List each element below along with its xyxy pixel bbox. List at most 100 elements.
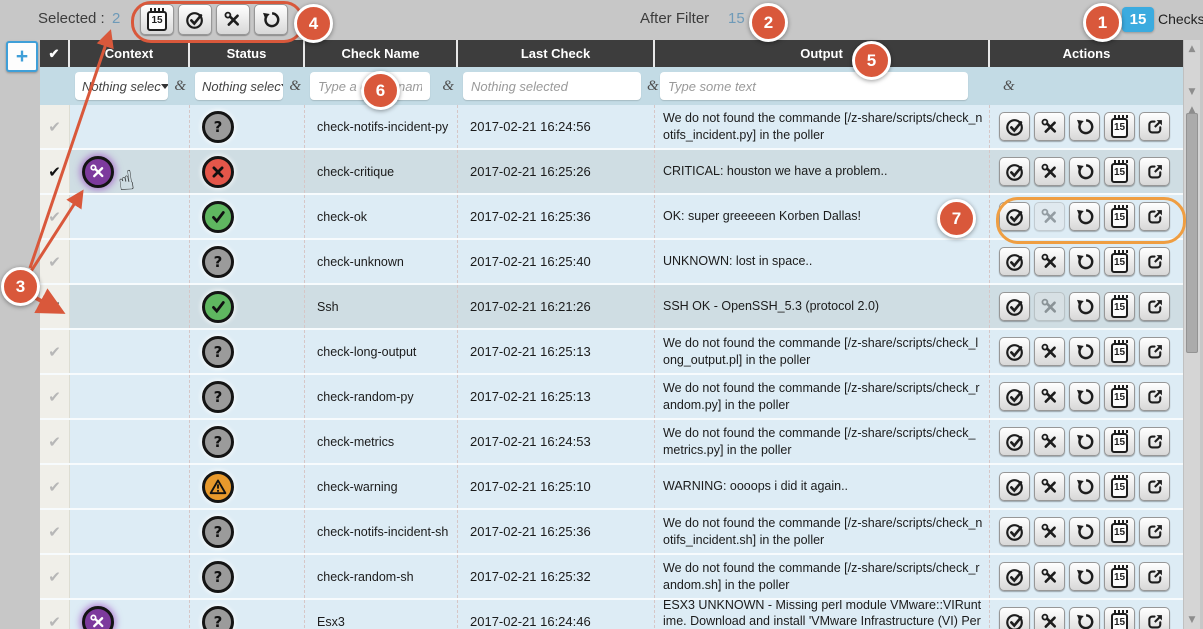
action-downtime-button[interactable]: 15 <box>1104 112 1135 141</box>
action-acknowledge-button[interactable] <box>999 517 1030 546</box>
scrollbar-track[interactable]: ▲ ▼ ▲ ▼ <box>1183 40 1200 629</box>
table-row[interactable]: ✔?check-random-py2017-02-21 16:25:13We d… <box>40 375 1183 420</box>
action-recheck-button[interactable] <box>1069 427 1100 456</box>
action-acknowledge-button[interactable] <box>999 562 1030 591</box>
status-filter-dropdown[interactable]: Nothing selec <box>195 72 283 100</box>
scroll-up-icon[interactable]: ▲ <box>1184 43 1200 55</box>
row-checkbox[interactable]: ✔ <box>40 420 70 463</box>
column-header-select[interactable]: ✔ <box>40 40 70 67</box>
action-fix-button[interactable] <box>1034 427 1065 456</box>
action-fix-button[interactable] <box>1034 517 1065 546</box>
action-recheck-button[interactable] <box>1069 112 1100 141</box>
action-launch-button[interactable] <box>1139 427 1170 456</box>
action-recheck-button[interactable] <box>1069 382 1100 411</box>
action-downtime-button[interactable]: 15 <box>1104 472 1135 501</box>
action-downtime-button[interactable]: 15 <box>1104 427 1135 456</box>
bulk-fix-button[interactable] <box>216 4 250 35</box>
action-downtime-button[interactable]: 15 <box>1104 202 1135 231</box>
table-row[interactable]: ✔check-ok2017-02-21 16:25:36OK: super gr… <box>40 195 1183 240</box>
table-row[interactable]: ✔check-critique2017-02-21 16:25:26CRITIC… <box>40 150 1183 195</box>
context-filter-dropdown[interactable]: Nothing selec <box>75 72 168 100</box>
action-fix-button[interactable] <box>1034 112 1065 141</box>
action-launch-button[interactable] <box>1139 607 1170 629</box>
action-downtime-button[interactable]: 15 <box>1104 337 1135 366</box>
action-recheck-button[interactable] <box>1069 247 1100 276</box>
action-recheck-button[interactable] <box>1069 562 1100 591</box>
row-checkbox[interactable]: ✔ <box>40 105 70 148</box>
action-acknowledge-button[interactable] <box>999 472 1030 501</box>
bulk-recheck-button[interactable] <box>254 4 288 35</box>
table-row[interactable]: ✔?check-notifs-incident-py2017-02-21 16:… <box>40 105 1183 150</box>
table-row[interactable]: ✔Ssh2017-02-21 16:21:26SSH OK - OpenSSH_… <box>40 285 1183 330</box>
action-launch-button[interactable] <box>1139 517 1170 546</box>
table-row[interactable]: ✔?check-unknown2017-02-21 16:25:40UNKNOW… <box>40 240 1183 285</box>
action-acknowledge-button[interactable] <box>999 112 1030 141</box>
action-launch-button[interactable] <box>1139 112 1170 141</box>
action-acknowledge-button[interactable] <box>999 607 1030 629</box>
action-recheck-button[interactable] <box>1069 202 1100 231</box>
row-checkbox[interactable]: ✔ <box>40 465 70 508</box>
row-checkbox[interactable]: ✔ <box>40 600 70 629</box>
column-header-output[interactable]: Output <box>655 40 990 67</box>
action-downtime-button[interactable]: 15 <box>1104 607 1135 629</box>
action-fix-button[interactable] <box>1034 202 1065 231</box>
table-row[interactable]: ✔?check-random-sh2017-02-21 16:25:32We d… <box>40 555 1183 600</box>
action-acknowledge-button[interactable] <box>999 157 1030 186</box>
column-header-context[interactable]: Context <box>70 40 190 67</box>
action-launch-button[interactable] <box>1139 337 1170 366</box>
action-launch-button[interactable] <box>1139 292 1170 321</box>
last-check-filter-input[interactable] <box>463 72 641 100</box>
action-fix-button[interactable] <box>1034 247 1065 276</box>
action-downtime-button[interactable]: 15 <box>1104 247 1135 276</box>
action-fix-button[interactable] <box>1034 562 1065 591</box>
row-checkbox[interactable]: ✔ <box>40 510 70 553</box>
action-acknowledge-button[interactable] <box>999 292 1030 321</box>
action-launch-button[interactable] <box>1139 157 1170 186</box>
scrollbar-thumb[interactable] <box>1186 113 1198 353</box>
bulk-downtime-button[interactable]: 15 <box>140 4 174 35</box>
action-acknowledge-button[interactable] <box>999 202 1030 231</box>
action-downtime-button[interactable]: 15 <box>1104 517 1135 546</box>
row-checkbox[interactable]: ✔ <box>40 375 70 418</box>
action-downtime-button[interactable]: 15 <box>1104 292 1135 321</box>
row-checkbox[interactable]: ✔ <box>40 285 70 328</box>
row-checkbox[interactable]: ✔ <box>40 555 70 598</box>
action-recheck-button[interactable] <box>1069 157 1100 186</box>
table-row[interactable]: ✔?Esx32017-02-21 16:24:46ESX3 UNKNOWN - … <box>40 600 1183 629</box>
column-header-last-check[interactable]: Last Check <box>458 40 655 67</box>
table-row[interactable]: ✔?check-metrics2017-02-21 16:24:53We do … <box>40 420 1183 465</box>
action-fix-button[interactable] <box>1034 157 1065 186</box>
output-filter-input[interactable] <box>660 72 968 100</box>
action-fix-button[interactable] <box>1034 292 1065 321</box>
action-downtime-button[interactable]: 15 <box>1104 382 1135 411</box>
action-recheck-button[interactable] <box>1069 337 1100 366</box>
action-recheck-button[interactable] <box>1069 472 1100 501</box>
action-recheck-button[interactable] <box>1069 292 1100 321</box>
action-fix-button[interactable] <box>1034 472 1065 501</box>
action-launch-button[interactable] <box>1139 472 1170 501</box>
add-button[interactable]: + <box>6 41 38 72</box>
action-acknowledge-button[interactable] <box>999 382 1030 411</box>
action-fix-button[interactable] <box>1034 607 1065 629</box>
action-downtime-button[interactable]: 15 <box>1104 157 1135 186</box>
bulk-acknowledge-button[interactable] <box>178 4 212 35</box>
row-checkbox[interactable]: ✔ <box>40 330 70 373</box>
row-checkbox[interactable]: ✔ <box>40 240 70 283</box>
table-row[interactable]: ✔?check-notifs-incident-sh2017-02-21 16:… <box>40 510 1183 555</box>
action-downtime-button[interactable]: 15 <box>1104 562 1135 591</box>
action-recheck-button[interactable] <box>1069 517 1100 546</box>
action-launch-button[interactable] <box>1139 562 1170 591</box>
table-row[interactable]: ✔check-warning2017-02-21 16:25:10WARNING… <box>40 465 1183 510</box>
action-acknowledge-button[interactable] <box>999 247 1030 276</box>
action-recheck-button[interactable] <box>1069 607 1100 629</box>
column-header-status[interactable]: Status <box>190 40 305 67</box>
scroll-down-icon[interactable]: ▼ <box>1184 614 1200 626</box>
scroll-down-icon[interactable]: ▼ <box>1184 86 1200 98</box>
action-acknowledge-button[interactable] <box>999 337 1030 366</box>
action-fix-button[interactable] <box>1034 382 1065 411</box>
row-checkbox[interactable]: ✔ <box>40 195 70 238</box>
column-header-check-name[interactable]: Check Name <box>305 40 458 67</box>
action-launch-button[interactable] <box>1139 382 1170 411</box>
action-launch-button[interactable] <box>1139 247 1170 276</box>
row-checkbox[interactable]: ✔ <box>40 150 70 193</box>
